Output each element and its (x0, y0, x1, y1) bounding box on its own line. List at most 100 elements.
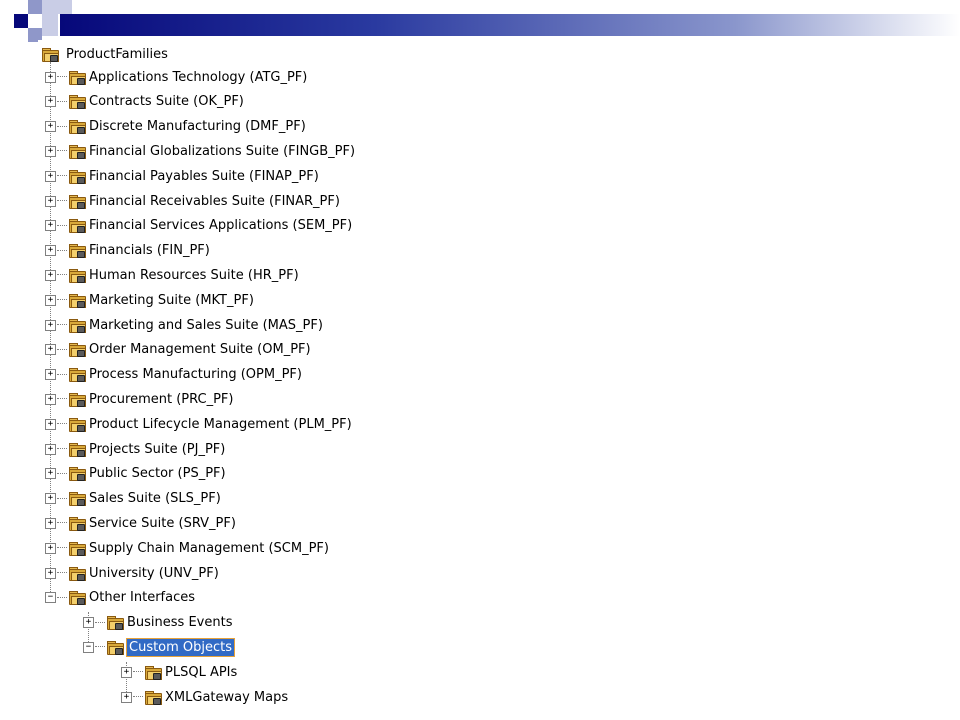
tree-node-label[interactable]: University (UNV_PF) (89, 566, 219, 581)
tree-node[interactable]: + Product Lifecycle Management (PLM_PF) (45, 414, 352, 434)
tree-root[interactable]: ProductFamilies (42, 44, 168, 64)
tree-connector (95, 621, 105, 624)
tree-node-label[interactable]: Applications Technology (ATG_PF) (89, 70, 307, 85)
expand-icon[interactable]: + (45, 71, 56, 83)
expand-icon[interactable]: + (121, 691, 132, 703)
expand-icon[interactable]: + (45, 567, 56, 579)
tree-node-label[interactable]: Financials (FIN_PF) (89, 243, 210, 258)
tree-node[interactable]: + Business Events (83, 613, 232, 633)
tree-node-label[interactable]: Financial Payables Suite (FINAP_PF) (89, 169, 319, 184)
expand-icon[interactable]: + (45, 220, 56, 232)
folder-icon (69, 268, 86, 283)
tree-node[interactable]: + Financial Receivables Suite (FINAR_PF) (45, 191, 340, 211)
tree-node-label[interactable]: Human Resources Suite (HR_PF) (89, 268, 299, 283)
collapse-icon[interactable]: − (83, 641, 94, 653)
expand-icon[interactable]: + (83, 617, 94, 629)
tree-node[interactable]: + Process Manufacturing (OPM_PF) (45, 365, 302, 385)
tree-node[interactable]: + Service Suite (SRV_PF) (45, 513, 236, 533)
tree-node-label[interactable]: Projects Suite (PJ_PF) (89, 442, 225, 457)
deco-square-light-2 (58, 0, 72, 14)
product-families-tree[interactable]: ProductFamilies + Applications Technology… (38, 40, 443, 716)
tree-connector (57, 547, 67, 549)
tree-node-label[interactable]: Process Manufacturing (OPM_PF) (89, 367, 302, 382)
tree-node-label[interactable]: Contracts Suite (OK_PF) (89, 94, 244, 109)
expand-icon[interactable]: + (45, 443, 56, 455)
tree-node-label[interactable]: Financial Globalizations Suite (FINGB_PF… (89, 144, 355, 159)
tree-node-label[interactable]: Supply Chain Management (SCM_PF) (89, 541, 329, 556)
tree-node[interactable]: + Order Management Suite (OM_PF) (45, 340, 311, 360)
expand-icon[interactable]: + (45, 170, 56, 182)
expand-icon[interactable]: + (45, 96, 56, 108)
folder-icon (69, 566, 86, 581)
tree-node-label[interactable]: Discrete Manufacturing (DMF_PF) (89, 119, 306, 134)
tree-node[interactable]: + Financial Services Applications (SEM_PF… (45, 216, 352, 236)
tree-connector (133, 696, 143, 698)
tree-node[interactable]: + Financial Globalizations Suite (FINGB_P… (45, 141, 355, 161)
expand-icon[interactable]: + (45, 344, 56, 356)
tree-node[interactable]: + Projects Suite (PJ_PF) (45, 439, 225, 459)
tree-node-label[interactable]: Product Lifecycle Management (PLM_PF) (89, 417, 352, 432)
tree-node[interactable]: + XMLGateway Maps (121, 687, 288, 707)
tree-connector (57, 150, 67, 152)
tree-connector (57, 348, 67, 351)
expand-icon[interactable]: + (45, 294, 56, 306)
expand-icon[interactable]: + (45, 245, 56, 257)
tree-connector (95, 646, 105, 648)
tree-node-label[interactable]: Custom Objects (125, 637, 236, 657)
expand-icon[interactable]: + (45, 517, 56, 529)
tree-node-label[interactable]: Procurement (PRC_PF) (89, 392, 233, 407)
folder-icon (107, 616, 124, 631)
expand-icon[interactable]: + (45, 369, 56, 381)
product-families-icon (42, 47, 59, 62)
tree-node[interactable]: + Financials (FIN_PF) (45, 241, 210, 261)
expand-icon[interactable]: + (45, 418, 56, 430)
tree-node-label[interactable]: Sales Suite (SLS_PF) (89, 491, 221, 506)
tree-node-label[interactable]: Business Events (127, 615, 232, 630)
tree-node[interactable]: + Discrete Manufacturing (DMF_PF) (45, 117, 306, 137)
tree-node-label[interactable]: PLSQL APIs (165, 665, 237, 680)
tree-node-label[interactable]: Marketing Suite (MKT_PF) (89, 293, 254, 308)
expand-icon[interactable]: + (45, 319, 56, 331)
expand-icon[interactable]: + (45, 493, 56, 505)
header-gradient-bar (60, 14, 960, 36)
expand-icon[interactable]: + (45, 269, 56, 281)
tree-node-label[interactable]: Financial Services Applications (SEM_PF) (89, 218, 352, 233)
tree-node-label[interactable]: Service Suite (SRV_PF) (89, 516, 236, 531)
tree-node-label[interactable]: XMLGateway Maps (165, 690, 288, 705)
expand-icon[interactable]: + (45, 393, 56, 405)
expand-icon[interactable]: + (45, 195, 56, 207)
expand-icon[interactable]: + (45, 468, 56, 480)
tree-node-label[interactable]: Marketing and Sales Suite (MAS_PF) (89, 318, 323, 333)
tree-node[interactable]: + Supply Chain Management (SCM_PF) (45, 538, 329, 558)
expand-icon[interactable]: + (121, 666, 132, 678)
tree-node-label[interactable]: Order Management Suite (OM_PF) (89, 342, 311, 357)
tree-connector (57, 224, 67, 227)
folder-icon (69, 70, 86, 85)
tree-node[interactable]: + Financial Payables Suite (FINAP_PF) (45, 166, 319, 186)
tree-node[interactable]: + Contracts Suite (OK_PF) (45, 92, 244, 112)
tree-connector (57, 324, 67, 326)
folder-icon (69, 492, 86, 507)
folder-icon (69, 442, 86, 457)
folder-icon (69, 516, 86, 531)
tree-node[interactable]: + PLSQL APIs (121, 662, 237, 682)
tree-node[interactable]: + Public Sector (PS_PF) (45, 464, 226, 484)
folder-icon (69, 293, 86, 308)
expand-icon[interactable]: + (45, 145, 56, 157)
tree-node[interactable]: + Procurement (PRC_PF) (45, 389, 233, 409)
tree-node[interactable]: − Custom Objects (83, 637, 236, 657)
tree-node-label[interactable]: Financial Receivables Suite (FINAR_PF) (89, 194, 340, 209)
tree-node[interactable]: + Human Resources Suite (HR_PF) (45, 265, 299, 285)
tree-node[interactable]: + Marketing and Sales Suite (MAS_PF) (45, 315, 323, 335)
tree-node[interactable]: − Other Interfaces (45, 588, 195, 608)
tree-node[interactable]: + Marketing Suite (MKT_PF) (45, 290, 254, 310)
tree-node[interactable]: + University (UNV_PF) (45, 563, 219, 583)
tree-root-label: ProductFamilies (66, 46, 168, 62)
collapse-icon[interactable]: − (45, 592, 56, 604)
tree-node[interactable]: + Applications Technology (ATG_PF) (45, 67, 307, 87)
tree-node[interactable]: + Sales Suite (SLS_PF) (45, 489, 221, 509)
expand-icon[interactable]: + (45, 542, 56, 554)
expand-icon[interactable]: + (45, 121, 56, 133)
tree-node-label[interactable]: Public Sector (PS_PF) (89, 466, 226, 481)
tree-node-label[interactable]: Other Interfaces (89, 590, 195, 605)
